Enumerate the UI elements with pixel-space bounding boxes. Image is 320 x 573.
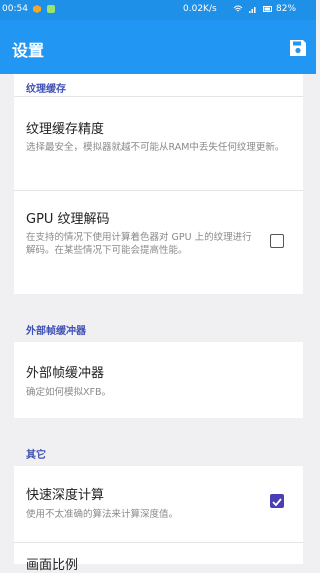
app-bar: 设置	[0, 20, 316, 74]
checkmark-icon	[272, 498, 282, 507]
setting-description: 选择最安全，模拟器就越不可能从RAM中丢失任何纹理更新。	[26, 142, 285, 153]
setting-title: 外部帧缓冲器	[26, 366, 105, 381]
setting-description: 确定如何模拟XFB。	[26, 387, 111, 398]
page-title: 设置	[12, 41, 45, 60]
network-speed: 0.02K/s	[183, 4, 217, 14]
setting-description: 使用不太准确的算法来计算深度值。	[26, 509, 179, 520]
efb-card: 外部帧缓冲器 确定如何模拟XFB。	[14, 342, 303, 418]
texture-cache-card: 纹理缓存 纹理缓存精度 选择最安全，模拟器就越不可能从RAM中丢失任何纹理更新。…	[14, 74, 303, 294]
status-time: 00:54	[2, 4, 28, 14]
divider	[14, 542, 303, 543]
section-header-other: 其它	[26, 450, 46, 461]
section-header-efb: 外部帧缓冲器	[26, 326, 86, 337]
battery-icon	[263, 6, 272, 12]
setting-title: 快速深度计算	[26, 488, 105, 503]
save-icon[interactable]	[288, 38, 308, 58]
setting-title: GPU 纹理解码	[26, 212, 110, 227]
app-icon	[47, 5, 55, 13]
battery-level: 82%	[276, 4, 297, 14]
divider	[14, 190, 303, 191]
divider	[14, 96, 303, 97]
notification-icon	[33, 5, 41, 13]
setting-description: 在支持的情况下使用计算着色器对 GPU 上的纹理进行解码。在某些情况下可能会提高…	[26, 232, 252, 256]
gpu-texture-decoding-checkbox[interactable]	[270, 234, 284, 248]
status-bar: 00:54 0.02K/s 82%	[0, 0, 316, 20]
other-card: 快速深度计算 使用不太准确的算法来计算深度值。 画面比例	[14, 466, 303, 573]
signal-icon	[249, 7, 256, 13]
section-header-texture-cache: 纹理缓存	[26, 84, 66, 95]
fast-depth-calculation-checkbox[interactable]	[270, 494, 284, 508]
wifi-icon	[233, 5, 243, 12]
setting-title: 纹理缓存精度	[26, 122, 105, 137]
